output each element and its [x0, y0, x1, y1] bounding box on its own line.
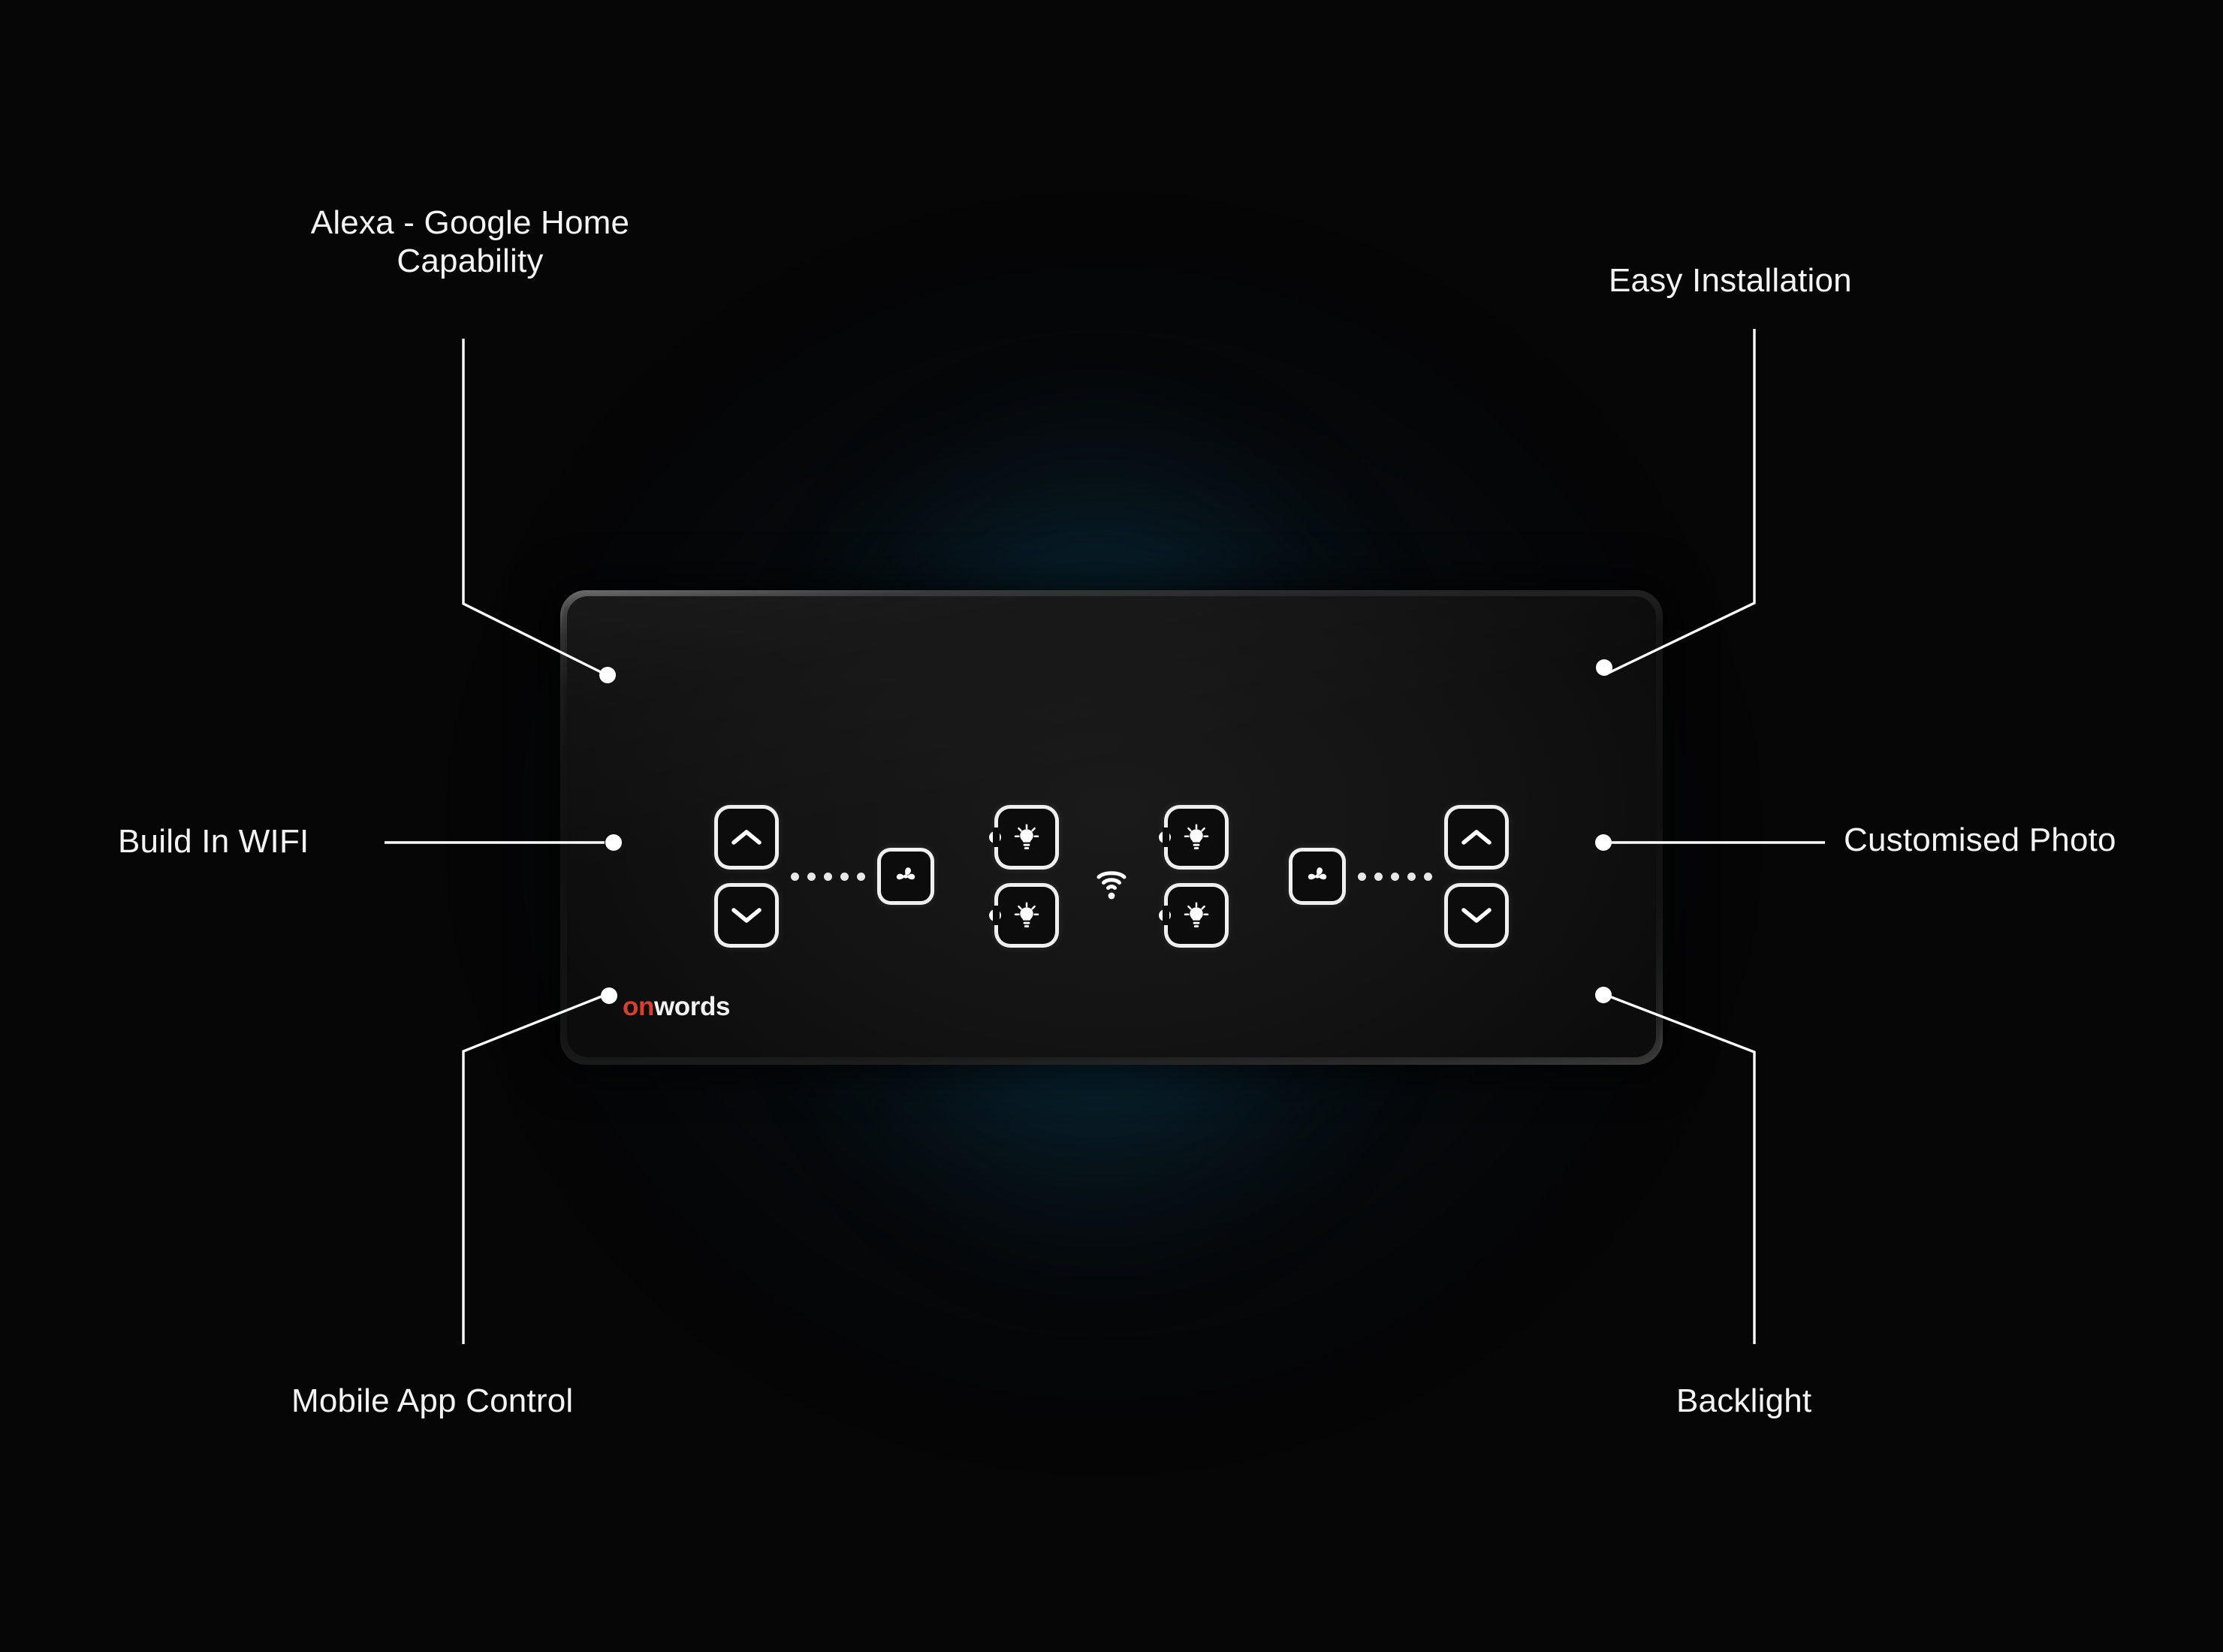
fan-left-up-button[interactable] — [714, 805, 779, 870]
indicator-dot — [791, 872, 799, 881]
panel-face: onwords — [567, 596, 1656, 1057]
indicator-dot — [1407, 872, 1416, 881]
callout-label-backlight: Backlight — [1676, 1382, 1812, 1419]
control-cluster — [567, 797, 1656, 955]
smart-switch-panel[interactable]: onwords — [560, 590, 1663, 1065]
chevron-down-icon — [1461, 908, 1492, 923]
callout-label-mobile: Mobile App Control — [291, 1382, 574, 1419]
callout-label-photo: Customised Photo — [1844, 821, 2116, 858]
chevron-up-icon — [1461, 830, 1492, 845]
indicator-dot — [857, 872, 865, 881]
fan-left-arrows — [714, 805, 779, 948]
fan-left-toggle-button[interactable] — [877, 848, 934, 905]
fan-group-left — [714, 805, 934, 948]
fan-right-indicator-dots — [1346, 872, 1444, 881]
light-right-top-button[interactable] — [1164, 805, 1229, 870]
fan-right-down-button[interactable] — [1444, 883, 1509, 948]
indicator-dot — [1391, 872, 1399, 881]
fan-right-toggle-button[interactable] — [1289, 848, 1346, 905]
chevron-down-icon — [731, 908, 762, 923]
fan-icon — [896, 867, 915, 880]
fan-left-down-button[interactable] — [714, 883, 779, 948]
fan-left-indicator-dots — [779, 872, 877, 881]
fan-icon — [1308, 867, 1327, 880]
callout-label-easy: Easy Installation — [1609, 262, 1852, 299]
fan-group-right — [1289, 805, 1509, 948]
wifi-icon — [1096, 871, 1127, 900]
indicator-dot — [1374, 872, 1383, 881]
indicator-dot — [1358, 872, 1366, 881]
callout-label-alexa: Alexa - Google Home Capability — [310, 204, 630, 280]
brand-logo: onwords — [623, 993, 730, 1020]
callout-label-wifi: Build In WIFI — [118, 823, 309, 860]
bulb-icon — [1014, 824, 1039, 849]
fan-right-up-button[interactable] — [1444, 805, 1509, 870]
bulb-icon — [1184, 824, 1209, 849]
poster-canvas: onwords Alexa - Google Home Capability E… — [0, 0, 2223, 1652]
light-right-bottom-button[interactable] — [1164, 883, 1229, 948]
light-group-left — [994, 805, 1059, 948]
indicator-dot — [840, 872, 849, 881]
light-left-bottom-button[interactable] — [994, 883, 1059, 948]
brand-logo-words: words — [653, 992, 731, 1021]
bulb-icon — [1184, 902, 1209, 927]
light-group-right — [1164, 805, 1229, 948]
wifi-status-indicator — [1095, 864, 1128, 901]
chevron-up-icon — [731, 830, 762, 845]
bulb-icon — [1014, 902, 1039, 927]
brand-logo-on: on — [623, 992, 654, 1021]
indicator-dot — [824, 872, 832, 881]
indicator-dot — [807, 872, 816, 881]
light-left-top-button[interactable] — [994, 805, 1059, 870]
fan-right-arrows — [1444, 805, 1509, 948]
indicator-dot — [1424, 872, 1432, 881]
